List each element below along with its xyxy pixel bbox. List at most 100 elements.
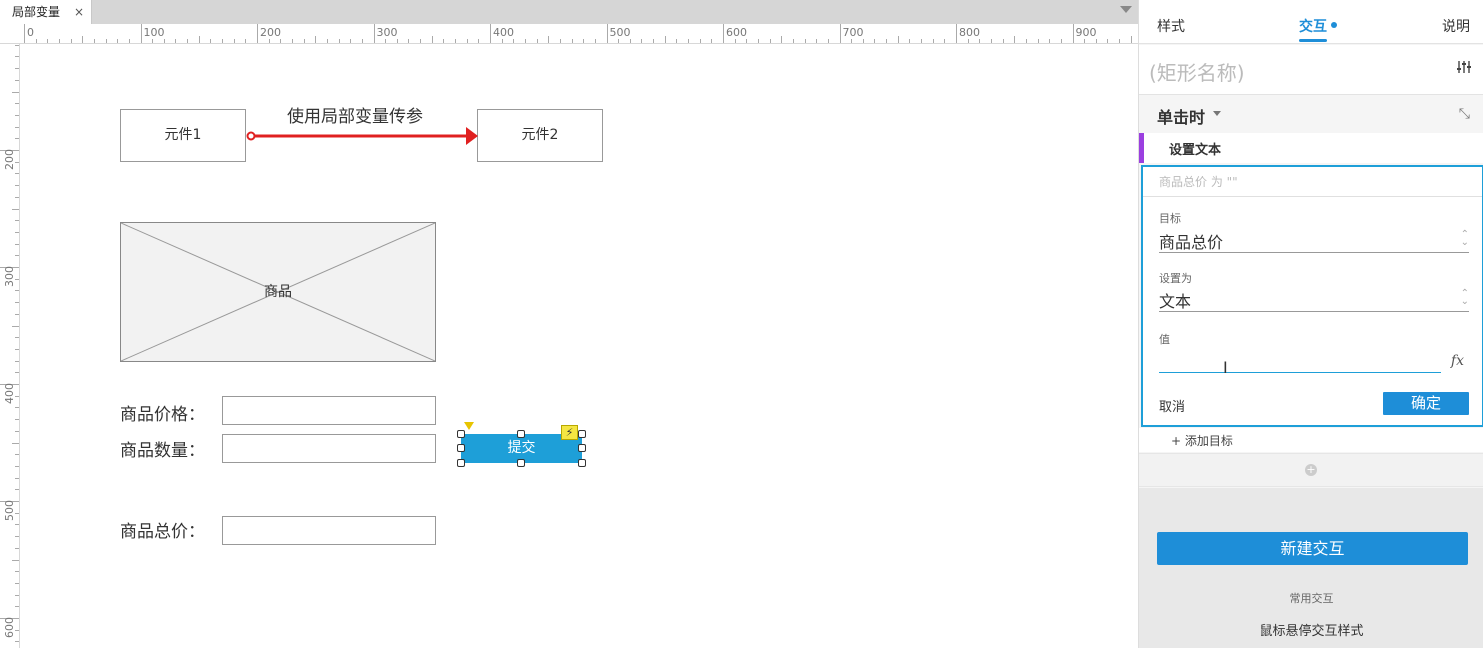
ruler-tick [629, 39, 631, 43]
ruler-tick [210, 39, 212, 43]
ruler-tick [944, 39, 946, 43]
resize-handle[interactable] [457, 444, 465, 452]
action-label[interactable]: 设置文本 [1169, 139, 1221, 158]
ruler-tick [1025, 39, 1027, 43]
ruler-tick [15, 477, 19, 479]
ruler-tick [58, 39, 60, 43]
ruler-tick [431, 36, 433, 43]
resize-handle[interactable] [578, 444, 586, 452]
ruler-tick [723, 24, 724, 43]
event-row[interactable]: 单击时 ⤡ [1139, 96, 1483, 132]
ruler-tick [606, 24, 608, 43]
ruler-tick [921, 39, 923, 43]
ruler-tick [571, 39, 573, 43]
collapse-icon[interactable]: ⤡ [1459, 106, 1470, 122]
value-caption: 值 [1159, 333, 1170, 346]
page-tab[interactable]: 局部变量 × [0, 0, 92, 24]
resize-handle[interactable] [578, 459, 586, 467]
tab-dropdown-icon[interactable] [1120, 6, 1132, 13]
ruler-tick [15, 44, 19, 46]
component-1[interactable]: 元件1 [120, 109, 246, 162]
add-target-link[interactable]: + 添加目标 [1171, 432, 1233, 449]
anchor-triangle-icon[interactable] [464, 422, 474, 430]
set-as-select[interactable]: 文本 ⌃ ⌄ [1159, 288, 1469, 312]
ruler-tick [338, 39, 340, 43]
target-select[interactable]: 商品总价 ⌃ ⌄ [1159, 229, 1469, 253]
chevron-down-icon[interactable] [1213, 111, 1221, 116]
ruler-tick [373, 24, 375, 43]
function-icon[interactable]: fx [1451, 353, 1464, 369]
ruler-tick [315, 36, 317, 43]
tab-interactions[interactable]: 交互 [1299, 16, 1327, 36]
ruler-tick [15, 220, 19, 222]
ruler-tick [15, 606, 19, 608]
cancel-button[interactable]: 取消 [1159, 396, 1185, 415]
ruler-tick [361, 39, 363, 43]
spinner-icon: ⌃ ⌄ [1460, 229, 1469, 248]
hover-style-link[interactable]: 鼠标悬停交互样式 [1139, 620, 1483, 639]
price-input[interactable] [222, 396, 436, 425]
ruler-label: 200 [260, 26, 281, 39]
event-label[interactable]: 单击时 [1157, 104, 1205, 128]
ruler-tick [245, 39, 247, 43]
ruler-tick [175, 39, 177, 43]
right-panel: 样式 交互 说明 (矩形名称) 单击时 ⤡ 设置文本 商品总价 为 "" 目标 … [1138, 0, 1483, 648]
ruler-label: 300 [3, 266, 16, 287]
ruler-tick [117, 39, 119, 43]
ruler-tick [1014, 36, 1016, 43]
ruler-tick [128, 39, 130, 43]
ruler-tick [408, 39, 410, 43]
ruler-tick [15, 290, 19, 292]
ruler-tick [443, 39, 445, 43]
ruler-tick [15, 641, 19, 643]
sliders-icon[interactable] [1456, 59, 1472, 75]
total-input[interactable] [222, 516, 436, 545]
resize-handle[interactable] [457, 459, 465, 467]
ruler-tick [455, 39, 457, 43]
component-2[interactable]: 元件2 [477, 109, 603, 162]
set-as-select-value: 文本 [1159, 292, 1192, 311]
quantity-input[interactable] [222, 434, 436, 463]
ruler-tick [816, 39, 818, 43]
ruler-tick [524, 39, 526, 43]
ruler-tick [15, 103, 19, 105]
arrow-label[interactable]: 使用局部变量传参 [287, 102, 423, 127]
lightning-icon[interactable]: ⚡ [561, 425, 578, 440]
ok-button[interactable]: 确定 [1383, 392, 1469, 415]
ruler-label: 500 [3, 500, 16, 521]
ruler-tick [932, 39, 934, 43]
ruler-tick [15, 454, 19, 456]
shape-name-input[interactable]: (矩形名称) [1149, 57, 1245, 86]
ruler-tick [839, 24, 841, 43]
tab-notes[interactable]: 说明 [1442, 16, 1470, 36]
ruler-tick [1095, 39, 1097, 43]
ruler-tick [350, 39, 352, 43]
ruler-tick [24, 24, 25, 43]
action-row[interactable]: 设置文本 [1139, 133, 1483, 163]
close-icon[interactable]: × [74, 0, 84, 24]
quantity-label: 商品数量： [120, 441, 205, 461]
ruler-label: 200 [3, 149, 16, 170]
product-image-placeholder[interactable]: 商品 [120, 222, 436, 362]
ruler-tick [559, 39, 561, 43]
value-input[interactable] [1159, 372, 1441, 373]
ruler-tick [466, 39, 468, 43]
resize-handle[interactable] [578, 430, 586, 438]
ruler-tick [769, 39, 771, 43]
ruler-tick [1002, 39, 1004, 43]
new-interaction-button[interactable]: 新建交互 [1157, 532, 1468, 565]
resize-handle[interactable] [517, 430, 525, 438]
ruler-tick [12, 559, 19, 561]
ruler-tick [152, 39, 154, 43]
resize-handle[interactable] [517, 459, 525, 467]
resize-handle[interactable] [457, 430, 465, 438]
ruler-tick [257, 24, 258, 43]
tab-style[interactable]: 样式 [1157, 16, 1185, 36]
connector-arrow[interactable] [244, 125, 480, 147]
ruler-tick [1130, 36, 1132, 43]
ruler-tick [15, 360, 19, 362]
add-circle-icon[interactable]: + [1305, 464, 1317, 476]
ruler-tick [967, 39, 969, 43]
ruler-tick [385, 39, 387, 43]
ruler-tick [15, 430, 19, 432]
